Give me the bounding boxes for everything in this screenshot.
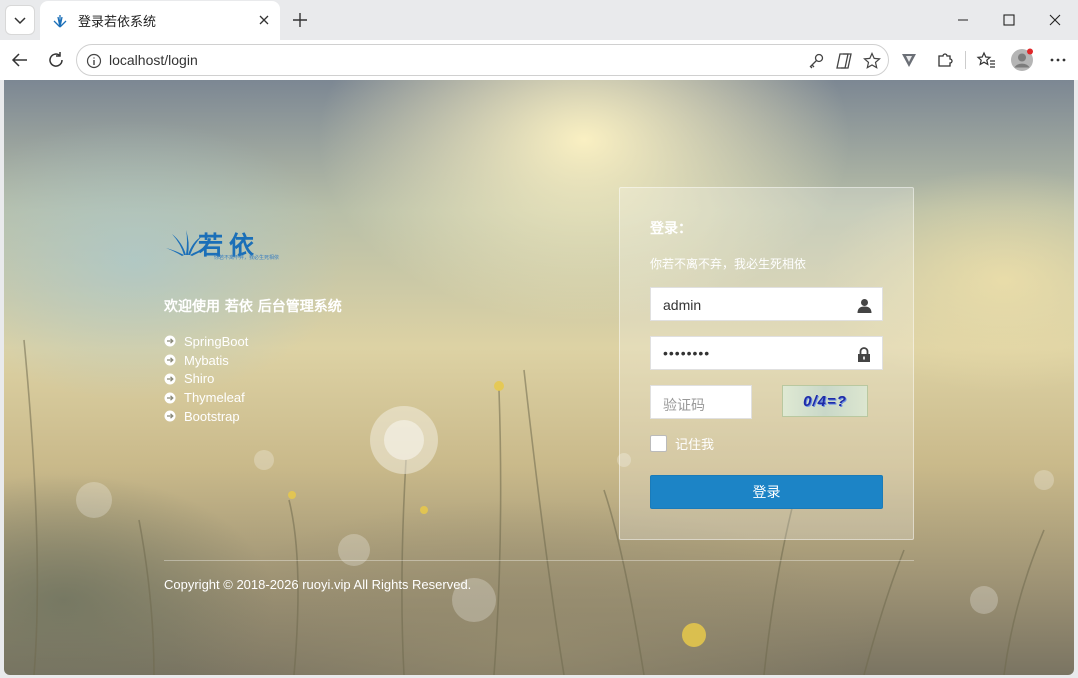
tech-item-label: Thymeleaf: [184, 390, 245, 406]
arrow-circle-icon: [164, 335, 176, 347]
tab-actions-menu-button[interactable]: [5, 5, 35, 35]
password-field[interactable]: ••••••••: [650, 336, 883, 370]
tech-item-label: SpringBoot: [184, 333, 249, 349]
tech-item-label: Bootstrap: [184, 408, 240, 424]
tech-item-label: Shiro: [184, 371, 215, 387]
browser-tab-active[interactable]: 登录若依系统: [40, 1, 280, 40]
captcha-placeholder: 验证码: [663, 398, 705, 414]
username-field[interactable]: admin: [650, 287, 883, 321]
extension-v-icon[interactable]: [897, 48, 921, 72]
key-icon[interactable]: [805, 50, 827, 72]
copyright-text: Copyright © 2018-2026 ruoyi.vip All Righ…: [164, 577, 472, 592]
login-title: 登录：: [650, 221, 692, 237]
welcome-heading: 欢迎使用 若依 后台管理系统: [164, 299, 342, 315]
plus-icon: [293, 13, 307, 27]
tech-stack-list: SpringBoot Mybatis Shiro Thymeleaf Boots…: [164, 332, 248, 426]
footer-divider: [164, 560, 914, 561]
remember-me[interactable]: 记住我: [650, 434, 714, 453]
minimize-button[interactable]: [940, 4, 986, 36]
profile-avatar[interactable]: [1010, 48, 1034, 72]
arrow-circle-icon: [164, 373, 176, 385]
site-info-icon[interactable]: [83, 50, 105, 72]
maximize-icon: [1003, 14, 1015, 26]
minimize-icon: [958, 19, 968, 21]
ruoyi-favicon-icon: [52, 13, 68, 29]
list-item: Bootstrap: [164, 407, 248, 426]
tech-item-label: Mybatis: [184, 352, 229, 368]
arrow-circle-icon: [164, 392, 176, 404]
back-button[interactable]: [8, 48, 32, 72]
captcha-image-text: 0/4=?: [803, 392, 847, 410]
toolbar-separator: [965, 51, 966, 69]
login-form-panel: 登录： 你若不离不弃，我必生死相依 admin •••••••• 验证码 0/4…: [619, 187, 914, 540]
favorites-icon[interactable]: [974, 48, 998, 72]
list-item: Thymeleaf: [164, 388, 248, 407]
login-submit-button[interactable]: 登录: [650, 475, 883, 509]
arrow-circle-icon: [164, 410, 176, 422]
username-value: admin: [663, 297, 702, 313]
more-options-icon[interactable]: [1046, 48, 1070, 72]
tab-close-icon[interactable]: [256, 12, 272, 28]
captcha-image[interactable]: 0/4=?: [782, 385, 868, 417]
arrow-circle-icon: [164, 354, 176, 366]
browser-toolbar: localhost/login: [0, 40, 1078, 80]
remember-me-checkbox[interactable]: [650, 435, 667, 452]
password-value: ••••••••: [663, 345, 711, 361]
maximize-button[interactable]: [986, 4, 1032, 36]
list-item: Mybatis: [164, 351, 248, 370]
extensions-puzzle-icon[interactable]: [933, 48, 957, 72]
lock-icon: [856, 346, 872, 362]
arrow-left-icon: [11, 53, 27, 67]
browser-title-bar: 登录若依系统: [0, 0, 1078, 40]
list-item: SpringBoot: [164, 332, 248, 351]
copilot-icon[interactable]: [833, 50, 855, 72]
favorite-star-icon[interactable]: [861, 50, 883, 72]
logo-slogan: 你若不离不弃，我必生死相依: [214, 255, 280, 261]
new-tab-button[interactable]: [288, 8, 312, 32]
close-window-button[interactable]: [1032, 4, 1078, 36]
remember-me-label: 记住我: [675, 438, 715, 453]
tab-title: 登录若依系统: [78, 15, 157, 30]
refresh-icon: [49, 52, 63, 67]
login-page: 若依 你若不离不弃，我必生死相依 欢迎使用 若依 后台管理系统 SpringBo…: [4, 80, 1074, 675]
captcha-input[interactable]: 验证码: [650, 385, 752, 419]
login-subtitle: 你若不离不弃，我必生死相依: [650, 257, 807, 271]
refresh-button[interactable]: [44, 48, 68, 72]
address-bar[interactable]: localhost/login: [76, 44, 889, 76]
ruoyi-logo: 若依 你若不离不弃，我必生死相依: [166, 226, 286, 262]
list-item: Shiro: [164, 370, 248, 389]
chevron-down-icon: [14, 17, 26, 25]
address-url: localhost/login: [109, 52, 198, 68]
close-icon: [1049, 14, 1061, 26]
user-icon: [856, 297, 872, 313]
